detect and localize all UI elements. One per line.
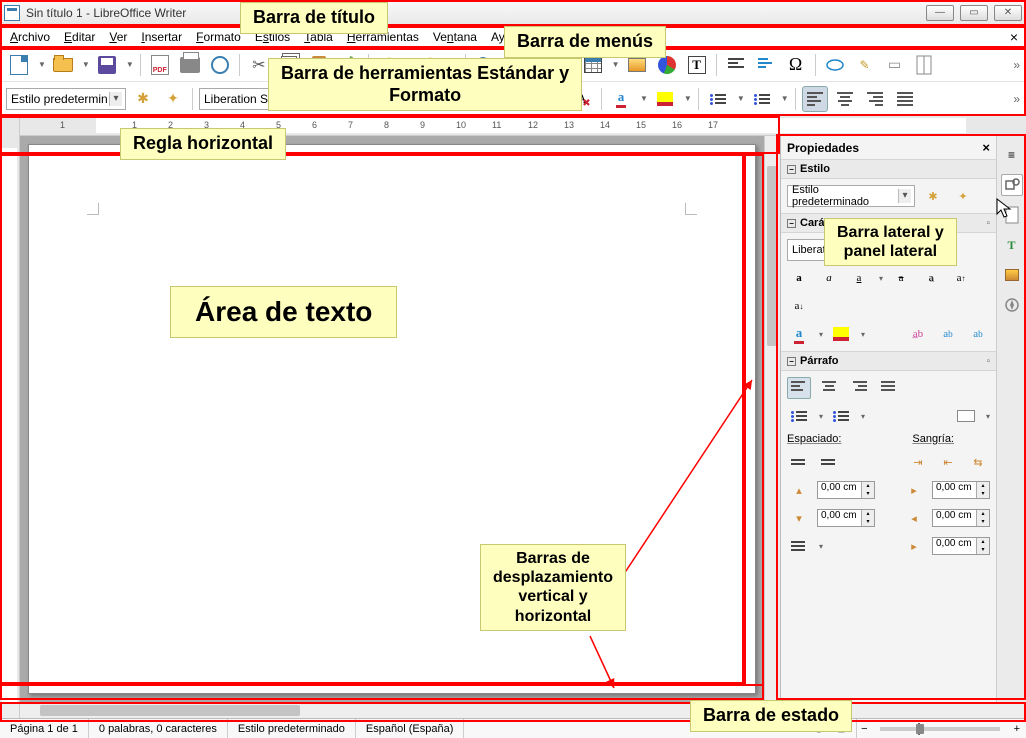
- callout-menubar: Barra de menús: [504, 26, 666, 58]
- zoom-out[interactable]: −: [857, 723, 871, 735]
- callout-textarea: Área de texto: [170, 286, 397, 338]
- callout-titlebar: Barra de título: [240, 2, 388, 34]
- callout-scrollbars: Barras de desplazamiento vertical y hori…: [480, 544, 626, 631]
- zoom-in[interactable]: +: [1008, 723, 1026, 735]
- cursor-icon: [996, 198, 1014, 220]
- callout-sidebar: Barra lateral y panel lateral: [824, 218, 957, 266]
- callout-statusbar: Barra de estado: [690, 700, 852, 732]
- callout-hruler: Regla horizontal: [120, 128, 286, 160]
- callout-toolbars: Barra de herramientas Estándar y Formato: [268, 58, 582, 111]
- zoom-slider[interactable]: [880, 727, 1000, 731]
